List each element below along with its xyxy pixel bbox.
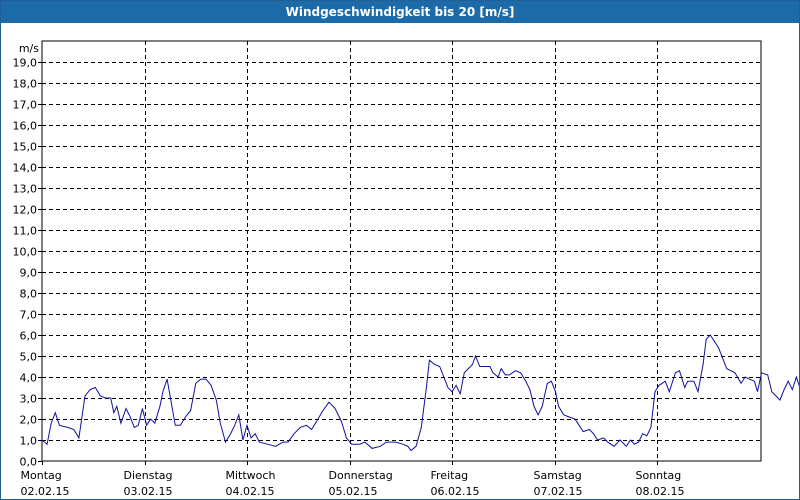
y-tick-label: 19,0 <box>13 57 38 70</box>
x-tick-day-name: Mittwoch <box>226 469 276 482</box>
chart-window: Windgeschwindigkeit bis 20 [m/s] 0,0 1,0 2… <box>0 0 800 500</box>
y-tick-label: 12,0 <box>13 204 38 217</box>
x-tick-day-name: Freitag <box>431 469 469 482</box>
y-tick-label: 16,0 <box>13 120 38 133</box>
x-tick-day-name: Samstag <box>534 469 582 482</box>
y-tick-label: 4,0 <box>20 372 38 385</box>
y-tick-label: 17,0 <box>13 99 38 112</box>
wind-speed-chart: 0,0 1,0 2,0 3,0 4,0 5,0 6,0 7,0 8,0 9,0 10,0 11,0 12… <box>13 40 799 498</box>
x-tick-date: 08.02.15 <box>636 485 685 498</box>
x-tick-day-name: Donnerstag <box>329 469 393 482</box>
y-tick-label: 2,0 <box>20 414 38 427</box>
y-tick-label: 13,0 <box>13 183 38 196</box>
y-tick-label: 5,0 <box>20 351 38 364</box>
wind-speed-series-line <box>41 334 799 452</box>
x-tick-date: 06.02.15 <box>431 485 480 498</box>
x-tick-date: 07.02.15 <box>534 485 583 498</box>
x-tick-day-name: Montag <box>21 469 62 482</box>
y-tick-label: 18,0 <box>13 78 38 91</box>
y-tick-label: 11,0 <box>13 225 38 238</box>
x-tick-date: 03.02.15 <box>124 485 173 498</box>
y-tick-label: 14,0 <box>13 162 38 175</box>
x-tick-day-name: Dienstag <box>124 469 173 482</box>
y-tick-label: 3,0 <box>20 393 38 406</box>
y-tick-label: 0,0 <box>20 456 38 469</box>
x-tick-date: 04.02.15 <box>226 485 275 498</box>
y-tick-label: 1,0 <box>20 435 38 448</box>
y-tick-label: 7,0 <box>20 309 38 322</box>
y-tick-label: 8,0 <box>20 288 38 301</box>
y-tick-label: 15,0 <box>13 141 38 154</box>
y-axis-unit: m/s <box>19 42 39 55</box>
y-tick-label: 9,0 <box>20 267 38 280</box>
x-tick-day-name: Sonntag <box>636 469 682 482</box>
x-tick-date: 02.02.15 <box>21 485 70 498</box>
x-tick-date: 05.02.15 <box>329 485 378 498</box>
y-tick-label: 10,0 <box>13 246 38 259</box>
y-tick-label: 6,0 <box>20 330 38 343</box>
